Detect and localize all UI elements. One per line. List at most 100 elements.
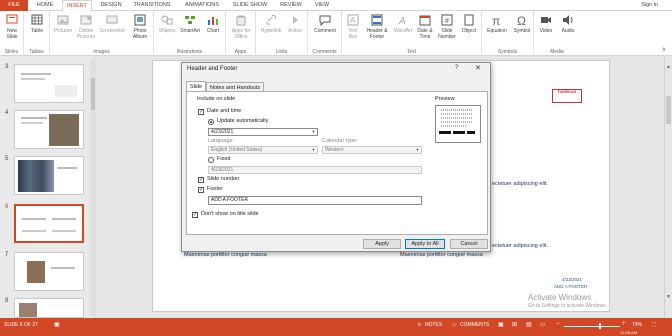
dont-show-title-label[interactable]: Don't show on title slide <box>201 211 259 217</box>
slide-number-checkbox[interactable]: ✓ <box>198 177 204 183</box>
svg-text:A: A <box>350 16 356 25</box>
apply-to-all-button[interactable]: Apply to All <box>405 239 445 249</box>
pictures-button[interactable]: Pictures <box>52 13 74 34</box>
fixed-date-label[interactable]: Fixed <box>217 156 230 162</box>
slide-thumbnail-selected[interactable] <box>14 204 84 243</box>
slide-footer[interactable]: ADD A FOOTER <box>554 284 587 289</box>
group-media: Video Audio Media <box>534 11 580 56</box>
group-comments: Comment Comments <box>308 11 342 56</box>
zoom-in-icon[interactable]: + <box>622 321 626 327</box>
slide-sorter-icon[interactable]: ⊞ <box>512 321 517 328</box>
shapes-icon <box>161 15 173 25</box>
slide-body-text[interactable]: ectetuer adipiscing elit. <box>492 243 548 249</box>
screenshot-button[interactable]: Screenshot <box>99 13 125 34</box>
slide-number-button[interactable]: # Slide Number <box>436 13 458 40</box>
notes-icon[interactable]: ≡ <box>418 322 421 328</box>
slide-date[interactable]: 4/23/2021 <box>562 277 582 282</box>
tab-transitions[interactable]: TRANSITIONS <box>130 0 174 11</box>
notes-button[interactable]: NOTES <box>425 322 442 328</box>
spelling-icon[interactable]: ▣ <box>54 321 60 328</box>
normal-view-icon[interactable]: ▣ <box>498 321 504 328</box>
update-automatically-radio[interactable] <box>208 119 214 125</box>
online-pictures-button[interactable]: Online Pictures <box>75 13 97 40</box>
slide-thumbnail[interactable] <box>14 64 84 103</box>
slide-number-label: 8 <box>5 298 9 304</box>
slide-thumbnail[interactable] <box>14 156 84 195</box>
group-apps: Apps for Office Apps <box>226 11 256 56</box>
tab-design[interactable]: DESIGN <box>96 0 126 11</box>
date-time-checkbox[interactable]: ✓ <box>198 109 204 115</box>
photo-album-button[interactable]: Photo Album <box>128 13 152 40</box>
language-label: Language: <box>208 138 234 144</box>
close-button[interactable]: ✕ <box>475 64 481 72</box>
slide-number-label[interactable]: Slide number <box>207 176 239 182</box>
dont-show-title-checkbox[interactable]: ✓ <box>192 212 198 218</box>
smartart-button[interactable]: SmartArt <box>178 13 202 34</box>
fit-slide-icon[interactable]: ⛶ <box>652 322 656 328</box>
slide-thumbnail[interactable] <box>14 110 84 149</box>
comments-icon[interactable]: ▭ <box>452 322 457 328</box>
new-slide-button[interactable]: New Slide <box>2 13 22 40</box>
help-button[interactable]: ? <box>455 65 458 71</box>
audio-button[interactable]: Audio <box>558 13 578 34</box>
footer-checkbox[interactable]: ✓ <box>198 187 204 193</box>
date-time-label[interactable]: Date and time <box>207 108 241 114</box>
footer-input[interactable]: ADD A FOOTER <box>208 196 422 205</box>
store-icon <box>236 15 246 26</box>
speaker-icon <box>563 15 573 25</box>
footer-label[interactable]: Footer <box>207 186 223 192</box>
tab-view[interactable]: VIEW <box>310 0 334 11</box>
text-box-button[interactable]: A Text Box <box>344 13 362 40</box>
tab-file[interactable]: FILE <box>0 0 28 11</box>
canvas-scrollbar[interactable]: ▲ ▼ <box>664 56 672 318</box>
calendar-type-select[interactable]: Western ▼ <box>322 146 422 154</box>
scroll-up-icon[interactable]: ▲ <box>666 64 671 70</box>
date-format-select[interactable]: 4/23/2021 ▼ <box>208 128 318 136</box>
object-button[interactable]: Object <box>459 13 479 34</box>
svg-text:#: # <box>445 18 449 25</box>
apply-button[interactable]: Apply <box>363 239 401 249</box>
zoom-out-icon[interactable]: − <box>556 321 560 327</box>
symbol-button[interactable]: Ω Symbol <box>511 13 533 34</box>
scroll-down-icon[interactable]: ▼ <box>666 294 671 300</box>
tab-animations[interactable]: ANIMATIONS <box>180 0 224 11</box>
hyperlink-button[interactable]: Hyperlink <box>258 13 284 34</box>
zoom-level[interactable]: 74% <box>632 322 642 328</box>
collapse-ribbon-icon[interactable]: ∧ <box>662 46 666 53</box>
comment-icon <box>319 15 331 27</box>
equation-button[interactable]: π Equation <box>484 13 510 34</box>
language-select[interactable]: English (United States) ▼ <box>208 146 318 154</box>
cancel-button[interactable]: Cancel <box>450 239 488 249</box>
calendar-type-label: Calendar type: <box>322 138 358 144</box>
smartart-icon <box>185 16 195 24</box>
slide-caption-left[interactable]: Maecenas porttitor congue massa <box>184 252 267 258</box>
slide-body-text[interactable]: ectetuer adipiscing elit. <box>492 181 548 187</box>
scrollbar-thumb[interactable] <box>666 96 671 124</box>
slide-thumbnail[interactable] <box>14 252 84 291</box>
header-footer-button[interactable]: Header & Footer <box>364 13 390 40</box>
zoom-slider-thumb[interactable] <box>599 323 601 329</box>
sign-in-link[interactable]: Sign in <box>641 0 658 11</box>
slide-show-icon[interactable]: ▭ <box>540 321 546 328</box>
reading-view-icon[interactable]: ▤ <box>526 321 532 328</box>
tab-slide-show[interactable]: SLIDE SHOW <box>230 0 270 11</box>
update-automatically-label[interactable]: Update automatically <box>217 118 268 124</box>
date-time-button[interactable]: Date & Time <box>415 13 435 40</box>
zoom-slider[interactable] <box>564 326 620 327</box>
scrollbar-thumb[interactable] <box>91 78 95 110</box>
comment-button[interactable]: Comment <box>311 13 339 34</box>
fixed-date-input[interactable]: 4/23/2021 <box>208 166 422 174</box>
tab-home[interactable]: HOME <box>32 0 58 11</box>
apps-for-office-button[interactable]: Apps for Office <box>228 13 254 40</box>
shapes-button[interactable]: Shapes <box>156 13 178 34</box>
comments-button[interactable]: COMMENTS <box>460 322 489 328</box>
tab-review[interactable]: REVIEW <box>276 0 306 11</box>
action-button[interactable]: Action <box>285 13 305 34</box>
chart-button[interactable]: Chart <box>203 13 223 34</box>
table-button[interactable]: Table <box>27 13 47 34</box>
wordart-button[interactable]: A WordArt <box>392 13 414 34</box>
video-button[interactable]: Video <box>536 13 556 34</box>
fixed-date-radio[interactable] <box>208 157 214 163</box>
slide-caption-right[interactable]: Maecenas porttitor congue massa <box>400 252 483 258</box>
slide-thumbnail[interactable] <box>14 298 84 318</box>
